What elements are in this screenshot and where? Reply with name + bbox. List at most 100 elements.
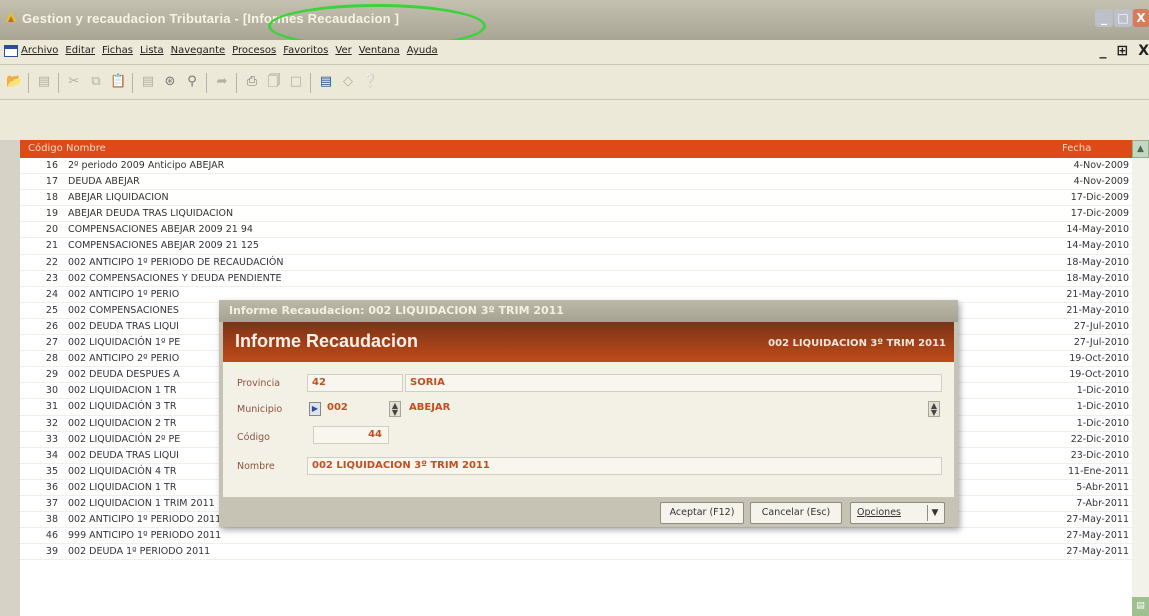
- column-header-nombre[interactable]: Nombre: [66, 143, 106, 154]
- municipio-lookup-icon[interactable]: ▶: [309, 402, 321, 416]
- menu-item-0[interactable]: Archivo: [21, 45, 58, 56]
- row-fecha: 19-Oct-2010: [1069, 369, 1129, 381]
- mdi-controls: _ ⊞ X: [1099, 43, 1149, 59]
- row-fecha: 27-May-2011: [1066, 514, 1129, 526]
- menu-item-8[interactable]: Ventana: [359, 45, 400, 56]
- app-icon: [5, 12, 17, 22]
- row-fecha: 21-May-2010: [1066, 288, 1129, 300]
- municipio-name-field[interactable]: ABEJAR: [405, 400, 938, 418]
- export-icon[interactable]: ➦: [214, 74, 230, 90]
- row-fecha: 1-Dic-2010: [1076, 385, 1129, 397]
- row-nombre: DEUDA ABEJAR: [68, 176, 140, 188]
- table-row[interactable]: 22 002 ANTICIPO 1º PERIODO DE RECAUDACIÓN…: [20, 255, 1132, 271]
- menu-item-6[interactable]: Favoritos: [283, 45, 328, 56]
- row-nombre: 002 ANTICIPO 1º PERIODO DE RECAUDACIÓN: [68, 256, 284, 268]
- window-title: Gestion y recaudacion Tributaria - [Info…: [22, 11, 400, 26]
- grid-header: Código Nombre Fecha: [20, 140, 1132, 158]
- row-fecha: 17-Dic-2009: [1070, 208, 1129, 220]
- table-row[interactable]: 46 999 ANTICIPO 1º PERIODO 2011 27-May-201…: [20, 528, 1132, 545]
- column-header-codigo[interactable]: Código: [28, 143, 63, 154]
- table-row[interactable]: 23 002 COMPENSACIONES Y DEUDA PENDIENTE 18…: [20, 271, 1132, 287]
- nombre-field[interactable]: 002 LIQUIDACION 3º TRIM 2011: [307, 457, 942, 475]
- table-row[interactable]: 20 COMPENSACIONES ABEJAR 2009 21 94 14-May…: [20, 222, 1132, 239]
- nombre-label: Nombre: [237, 461, 275, 472]
- table-row[interactable]: 39 002 DEUDA 1º PERIODO 2011 27-May-2011: [20, 544, 1132, 561]
- open-folder-icon[interactable]: 📂: [6, 74, 22, 90]
- row-nombre: 002 DEUDA TRAS LIQUI: [68, 320, 179, 332]
- menu-item-9[interactable]: Ayuda: [407, 45, 438, 56]
- menu-item-4[interactable]: Navegante: [171, 45, 226, 56]
- document-icon[interactable]: [4, 45, 18, 57]
- row-fecha: 23-Dic-2010: [1070, 449, 1129, 461]
- municipio-code-field[interactable]: 002: [323, 400, 377, 418]
- row-fecha: 17-Dic-2009: [1070, 192, 1129, 204]
- cancelar-button[interactable]: Cancelar (Esc): [750, 502, 842, 524]
- form-icon[interactable]: ▤: [140, 74, 156, 90]
- help-icon[interactable]: ❔: [362, 74, 378, 90]
- row-nombre: 002 COMPENSACIONES: [68, 304, 179, 316]
- opciones-dropdown-icon[interactable]: ▼: [927, 505, 942, 521]
- column-header-fecha[interactable]: Fecha: [1062, 143, 1091, 154]
- print-preview-icon[interactable]: 🗍: [266, 74, 282, 90]
- paste-icon[interactable]: 📋: [110, 74, 126, 90]
- maximize-button[interactable]: □: [1114, 9, 1132, 27]
- opciones-button[interactable]: Opciones ▼: [850, 502, 945, 524]
- municipio-code-spinner[interactable]: ▲ ▼: [389, 401, 401, 417]
- row-codigo: 30: [45, 385, 58, 397]
- row-codigo: 24: [45, 288, 58, 300]
- provincia-code-field[interactable]: 42: [307, 374, 403, 392]
- row-fecha: 19-Oct-2010: [1069, 353, 1129, 365]
- scroll-up-button[interactable]: ▲: [1132, 140, 1149, 158]
- row-nombre: 002 ANTICIPO 2º PERIO: [68, 353, 180, 365]
- mdi-close-icon[interactable]: X: [1138, 43, 1149, 59]
- window-icon[interactable]: ▤: [318, 74, 334, 90]
- copy-icon[interactable]: ⧉: [88, 74, 104, 90]
- table-row[interactable]: 16 2º periodo 2009 Anticipo ABEJAR 4-Nov-2…: [20, 158, 1132, 175]
- scroll-down-button[interactable]: ▤: [1132, 597, 1149, 616]
- informe-recaudacion-dialog: Informe Recaudacion: 002 LIQUIDACION 3º …: [219, 300, 958, 527]
- provincia-name-field[interactable]: SORIA: [405, 374, 942, 392]
- row-codigo: 23: [45, 272, 58, 284]
- tag-icon[interactable]: ◇: [340, 74, 356, 90]
- menu-item-3[interactable]: Lista: [140, 45, 164, 56]
- row-codigo: 36: [45, 481, 58, 493]
- menu-item-1[interactable]: Editar: [65, 45, 95, 56]
- opciones-label: Opciones: [857, 507, 901, 518]
- menu-item-2[interactable]: Fichas: [102, 45, 133, 56]
- mdi-restore-icon[interactable]: ⊞: [1116, 43, 1128, 59]
- codigo-field[interactable]: 44: [313, 426, 389, 444]
- binoculars-icon[interactable]: ⊛: [162, 74, 178, 90]
- cut-icon[interactable]: ✂: [66, 74, 82, 90]
- mdi-minimize-icon[interactable]: _: [1099, 43, 1106, 59]
- vertical-scrollbar[interactable]: [1132, 158, 1149, 616]
- properties-icon[interactable]: ▤: [36, 74, 52, 90]
- row-codigo: 19: [45, 208, 58, 220]
- row-fecha: 14-May-2010: [1066, 224, 1129, 236]
- row-codigo: 32: [45, 417, 58, 429]
- dialog-heading: Informe Recaudacion: [235, 331, 419, 351]
- menu-item-5[interactable]: Procesos: [232, 45, 276, 56]
- row-codigo: 35: [45, 465, 58, 477]
- close-button[interactable]: X: [1133, 9, 1149, 27]
- row-nombre: 002 ANTICIPO 1º PERIO: [68, 288, 180, 300]
- municipio-name-spinner[interactable]: ▲ ▼: [928, 401, 940, 417]
- page-icon[interactable]: □: [288, 74, 304, 90]
- table-row[interactable]: 18 ABEJAR LIQUIDACION 17-Dic-2009: [20, 190, 1132, 207]
- menu-item-7[interactable]: Ver: [335, 45, 351, 56]
- search-icon[interactable]: ⚲: [184, 74, 200, 90]
- aceptar-button[interactable]: Aceptar (F12): [660, 502, 744, 524]
- row-codigo: 46: [45, 530, 58, 542]
- menu-bar: Archivo Editar Fichas Lista Navegante Proceso…: [0, 40, 1149, 65]
- print-icon[interactable]: ⎙: [244, 74, 260, 90]
- table-row[interactable]: 19 ABEJAR DEUDA TRAS LIQUIDACION 17-Dic-20…: [20, 206, 1132, 223]
- dialog-titlebar[interactable]: Informe Recaudacion: 002 LIQUIDACION 3º …: [219, 300, 958, 322]
- table-row[interactable]: 17 DEUDA ABEJAR 4-Nov-2009: [20, 174, 1132, 191]
- dialog-subheading: 002 LIQUIDACION 3º TRIM 2011: [768, 338, 946, 349]
- minimize-button[interactable]: _: [1095, 9, 1113, 27]
- workspace-background: [0, 100, 1149, 140]
- row-nombre: 002 DEUDA TRAS LIQUI: [68, 449, 179, 461]
- municipio-label: Municipio: [237, 404, 283, 415]
- provincia-label: Provincia: [237, 378, 281, 389]
- row-codigo: 29: [45, 369, 58, 381]
- table-row[interactable]: 21 COMPENSACIONES ABEJAR 2009 21 125 14-Ma…: [20, 238, 1132, 255]
